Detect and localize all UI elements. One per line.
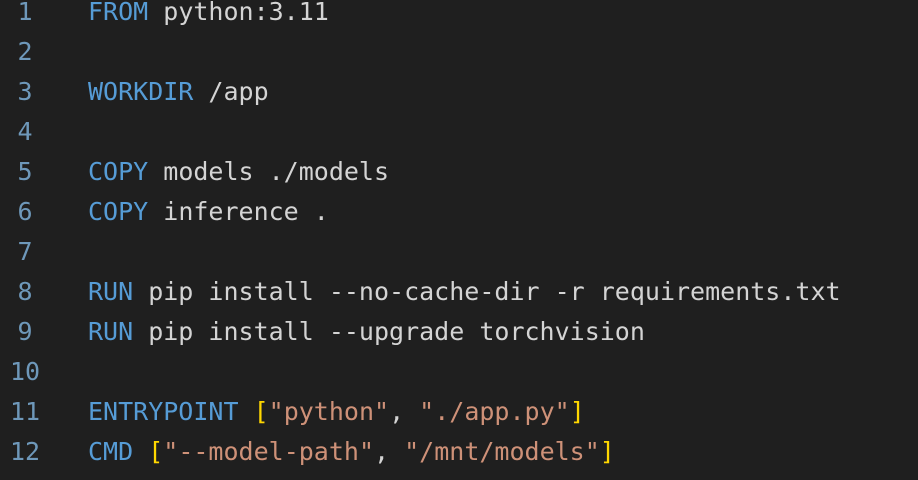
string-token: "--model-path" — [163, 437, 374, 466]
string-token: "/mnt/models" — [404, 437, 600, 466]
line-number: 4 — [17, 117, 33, 146]
line-number: 2 — [17, 37, 33, 66]
keyword-token: RUN — [88, 277, 134, 306]
code-text[interactable]: RUN pip install --upgrade torchvision — [88, 312, 645, 352]
keyword-token: COPY — [88, 197, 149, 226]
code-line[interactable]: 1 FROM python:3.11 — [0, 0, 918, 32]
punctuation-token: , — [389, 397, 420, 426]
code-line[interactable]: 12 CMD ["--model-path", "/mnt/models"] — [0, 432, 918, 472]
line-number: 3 — [17, 77, 33, 106]
bracket-token: ] — [599, 437, 615, 466]
text-token: python:3.11 — [148, 0, 329, 26]
line-number: 9 — [17, 317, 33, 346]
code-text[interactable]: COPY models ./models — [88, 152, 389, 192]
code-text[interactable]: WORKDIR /app — [88, 72, 269, 112]
code-text[interactable]: RUN pip install --no-cache-dir -r requir… — [88, 272, 841, 312]
keyword-token: ENTRYPOINT — [88, 397, 239, 426]
keyword-token: RUN — [88, 317, 134, 346]
keyword-token: CMD — [88, 437, 134, 466]
string-token: "python" — [268, 397, 390, 426]
code-line[interactable]: 7 — [0, 232, 918, 272]
line-number: 12 — [9, 437, 41, 466]
keyword-token: FROM — [88, 0, 149, 26]
code-editor[interactable]: 1 FROM python:3.11 2 3 WORKDIR /app 4 5 COPY mo… — [0, 0, 918, 480]
code-line[interactable]: 4 — [0, 112, 918, 152]
punctuation-token: , — [374, 437, 405, 466]
code-line[interactable]: 3 WORKDIR /app — [0, 72, 918, 112]
line-number: 7 — [17, 237, 33, 266]
code-text[interactable]: COPY inference . — [88, 192, 329, 232]
code-line[interactable]: 2 — [0, 32, 918, 72]
bracket-token: [ — [253, 397, 269, 426]
bracket-token: [ — [148, 437, 164, 466]
code-text[interactable]: FROM python:3.11 — [88, 0, 329, 32]
line-number: 1 — [17, 0, 33, 26]
text-token: models ./models — [148, 157, 390, 186]
text-token: pip install --upgrade torchvision — [133, 317, 645, 346]
code-line[interactable]: 5 COPY models ./models — [0, 152, 918, 192]
code-line[interactable]: 11 ENTRYPOINT ["python", "./app.py"] — [0, 392, 918, 432]
keyword-token: WORKDIR — [88, 77, 194, 106]
code-line[interactable]: 9 RUN pip install --upgrade torchvision — [0, 312, 918, 352]
code-line[interactable]: 10 — [0, 352, 918, 392]
code-text[interactable]: ENTRYPOINT ["python", "./app.py"] — [88, 392, 585, 432]
line-number: 11 — [9, 397, 41, 426]
keyword-token: COPY — [88, 157, 149, 186]
text-token: /app — [193, 77, 269, 106]
code-text[interactable]: CMD ["--model-path", "/mnt/models"] — [88, 432, 615, 472]
string-token: "./app.py" — [419, 397, 570, 426]
text-token: inference . — [148, 197, 329, 226]
line-number: 5 — [17, 157, 33, 186]
code-line[interactable]: 6 COPY inference . — [0, 192, 918, 232]
text-token: pip install --no-cache-dir -r requiremen… — [133, 277, 841, 306]
line-number: 8 — [17, 277, 33, 306]
line-number: 6 — [17, 197, 33, 226]
code-line[interactable]: 8 RUN pip install --no-cache-dir -r requi… — [0, 272, 918, 312]
line-number: 10 — [9, 357, 41, 386]
bracket-token: ] — [569, 397, 585, 426]
